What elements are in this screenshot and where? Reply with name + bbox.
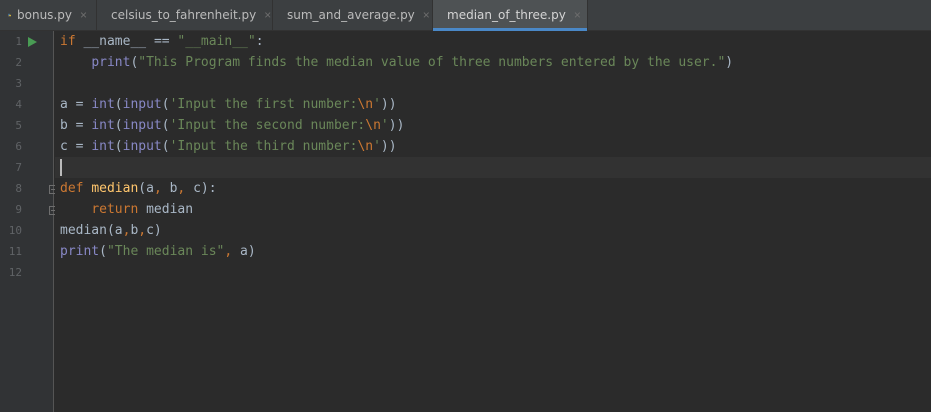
tab-label: sum_and_average.py <box>287 8 415 22</box>
code-line-4[interactable]: a = int(input('Input the first number:\n… <box>60 94 397 115</box>
code-line-2[interactable]: print("This Program finds the median val… <box>60 52 733 73</box>
code-text: __name__ <box>75 34 154 49</box>
code-editor[interactable]: if __name__ == "__main__": print("This P… <box>55 31 931 412</box>
code-line-6[interactable]: c = int(input('Input the third number:\n… <box>60 136 397 157</box>
keyword: def <box>60 181 84 196</box>
code-line-5[interactable]: b = int(input('Input the second number:\… <box>60 115 404 136</box>
string-literal: "__main__" <box>177 34 256 49</box>
code-text: c = <box>60 139 92 154</box>
line-number: 4 <box>15 98 22 111</box>
line-number: 8 <box>15 182 22 195</box>
close-icon[interactable]: × <box>264 9 271 21</box>
line-number: 2 <box>15 56 22 69</box>
code-text: b <box>161 181 178 196</box>
builtin-function: print <box>91 55 131 70</box>
tab-label: bonus.py <box>17 8 72 22</box>
line-number-gutter: 1 2 3 4 5 6 7 8 9 10 11 12 <box>0 31 58 412</box>
line-number: 9 <box>15 203 22 216</box>
builtin-function: input <box>122 118 162 133</box>
builtin-function: input <box>122 139 162 154</box>
tab-label: celsius_to_fahrenheit.py <box>111 8 257 22</box>
tab-sum-and-average[interactable]: sum_and_average.py × <box>273 0 433 30</box>
current-line-highlight <box>55 157 931 178</box>
string-literal: "The median is" <box>106 244 225 259</box>
line-number: 6 <box>15 140 22 153</box>
code-line-1[interactable]: if __name__ == "__main__": <box>60 31 264 52</box>
code-text: median <box>138 202 194 217</box>
builtin-function: int <box>91 97 115 112</box>
code-line-8[interactable]: def median(a, b, c): <box>60 178 217 199</box>
code-text: )) <box>380 139 397 154</box>
escape-sequence: \n <box>357 139 374 154</box>
code-text: a = <box>60 97 92 112</box>
line-number: 3 <box>15 77 22 90</box>
string-literal: 'Input the first number: <box>169 97 358 112</box>
close-icon[interactable]: × <box>574 9 581 21</box>
code-line-10[interactable]: median(a,b,c) <box>60 220 162 241</box>
code-text: ( <box>114 118 123 133</box>
close-icon[interactable]: × <box>80 9 87 21</box>
text-caret <box>60 159 62 176</box>
python-file-icon <box>8 13 11 17</box>
keyword: return <box>91 202 139 217</box>
function-name: median <box>91 181 139 196</box>
code-text: ) <box>725 55 734 70</box>
line-number: 12 <box>8 266 22 279</box>
builtin-function: int <box>91 118 115 133</box>
code-line-11[interactable]: print("The median is", a) <box>60 241 256 262</box>
run-icon[interactable] <box>27 37 37 47</box>
string-literal: 'Input the second number: <box>169 118 366 133</box>
string-literal: ' <box>373 139 381 154</box>
close-icon[interactable]: × <box>423 9 430 21</box>
line-number: 1 <box>15 35 22 48</box>
code-text: ( <box>161 118 170 133</box>
line-number: 5 <box>15 119 22 132</box>
string-literal: ' <box>380 118 389 133</box>
code-text: ( <box>114 139 123 154</box>
code-text: (a <box>138 181 154 196</box>
code-text: ( <box>99 244 107 259</box>
code-text: b = <box>60 118 92 133</box>
line-number: 10 <box>8 224 22 237</box>
code-text: c): <box>185 181 217 196</box>
code-line-9[interactable]: return median <box>60 199 193 220</box>
escape-sequence: \n <box>357 97 374 112</box>
builtin-function: int <box>91 139 115 154</box>
line-number: 7 <box>15 161 22 174</box>
code-text: )) <box>380 97 397 112</box>
string-literal: ' <box>373 97 381 112</box>
tab-celsius-to-fahrenheit[interactable]: celsius_to_fahrenheit.py × <box>97 0 273 30</box>
string-literal: "This Program finds the median value of … <box>138 55 726 70</box>
builtin-function: input <box>122 97 162 112</box>
code-text: ( <box>161 97 170 112</box>
line-number: 11 <box>8 245 22 258</box>
escape-sequence: \n <box>365 118 381 133</box>
keyword: if <box>60 34 76 49</box>
code-text: ( <box>161 139 170 154</box>
code-text: ( <box>114 97 123 112</box>
comma: , <box>138 223 147 238</box>
editor-tab-bar: bonus.py × celsius_to_fahrenheit.py × su… <box>0 0 931 31</box>
code-text: median(a <box>60 223 123 238</box>
comma: , <box>153 181 162 196</box>
builtin-function: print <box>60 244 100 259</box>
code-text: : <box>255 34 264 49</box>
operator: == <box>153 34 170 49</box>
code-text: a) <box>232 244 256 259</box>
tab-bonus[interactable]: bonus.py × <box>0 0 97 30</box>
code-text: )) <box>388 118 405 133</box>
string-literal: 'Input the third number: <box>169 139 358 154</box>
tab-label: median_of_three.py <box>447 8 566 22</box>
code-text: c) <box>146 223 162 238</box>
tab-median-of-three[interactable]: median_of_three.py × <box>433 0 588 31</box>
